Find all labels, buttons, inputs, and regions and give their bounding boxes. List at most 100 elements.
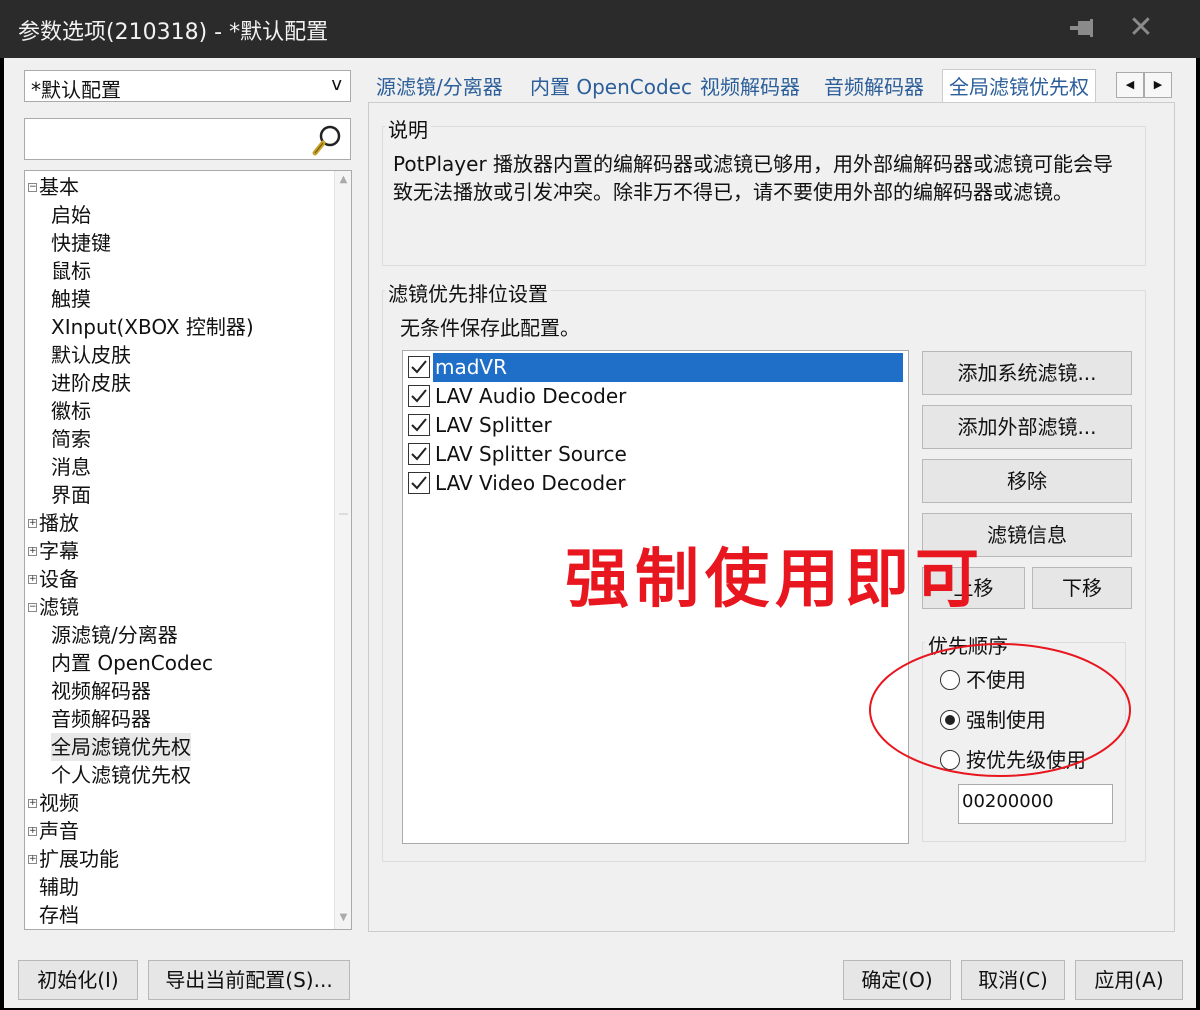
move-down-button[interactable]: 下移 <box>1032 567 1132 609</box>
tree-item[interactable]: 基本 <box>39 173 79 201</box>
filter-row-label: LAV Splitter Source <box>435 442 627 466</box>
tree-item[interactable]: 内置 OpenCodec <box>51 649 213 677</box>
expand-icon[interactable]: + <box>28 547 37 556</box>
reset-button[interactable]: 初始化(I) <box>18 960 138 1000</box>
expand-icon[interactable]: + <box>28 575 37 584</box>
tree-item[interactable]: 界面 <box>51 481 91 509</box>
cancel-button[interactable]: 取消(C) <box>961 960 1065 1000</box>
tree-item[interactable]: 鼠标 <box>51 257 91 285</box>
tree-item[interactable]: 音频解码器 <box>51 705 151 733</box>
tree-item-label: 存档 <box>39 903 79 927</box>
tree-item[interactable]: 简索 <box>51 425 91 453</box>
tree-item-label: 个人滤镜优先权 <box>51 763 191 787</box>
filter-row-label: LAV Splitter <box>435 413 552 437</box>
add-external-filter-button[interactable]: 添加外部滤镜... <box>922 405 1132 449</box>
expand-icon[interactable]: + <box>28 519 37 528</box>
tree-item[interactable]: 全局滤镜优先权 <box>51 733 191 761</box>
tree-item-label: 启始 <box>51 203 91 227</box>
tree-item-label: 扩展功能 <box>39 847 119 871</box>
tree-item[interactable]: 设备 <box>39 565 79 593</box>
filter-row-label: LAV Video Decoder <box>435 471 626 495</box>
priority-value-field[interactable]: 00200000 <box>958 784 1113 824</box>
tree-item[interactable]: 启始 <box>51 201 91 229</box>
search-icon[interactable] <box>310 122 346 158</box>
filter-checkbox[interactable] <box>408 443 430 465</box>
filter-row[interactable]: madVR <box>405 353 903 382</box>
collapse-icon[interactable]: − <box>28 183 37 192</box>
tab-builtin-opencodec[interactable]: 内置 OpenCodec <box>530 70 692 104</box>
description-text: PotPlayer 播放器内置的编解码器或滤镜已够用，用外部编解码器或滤镜可能会… <box>393 152 1114 204</box>
tree-item[interactable]: 消息 <box>51 453 91 481</box>
tree-item-label: 简索 <box>51 427 91 451</box>
pin-icon[interactable] <box>1066 14 1096 44</box>
checkmark-icon <box>411 476 427 490</box>
tree-item[interactable]: 辅助 <box>39 873 79 901</box>
apply-button[interactable]: 应用(A) <box>1075 960 1183 1000</box>
tree-item[interactable]: 滤镜 <box>39 593 79 621</box>
tree-item[interactable]: 触摸 <box>51 285 91 313</box>
expand-icon[interactable]: + <box>28 799 37 808</box>
tree-item-label: 进阶皮肤 <box>51 371 131 395</box>
filter-row[interactable]: LAV Splitter <box>405 411 899 440</box>
tree-item[interactable]: 默认皮肤 <box>51 341 131 369</box>
export-config-button[interactable]: 导出当前配置(S)... <box>148 960 350 1000</box>
filter-row-label: LAV Audio Decoder <box>435 384 627 408</box>
description-heading: 说明 <box>385 114 431 143</box>
tree-item-label: 滤镜 <box>39 595 79 619</box>
tree-item-label: 默认皮肤 <box>51 343 131 367</box>
filter-row[interactable]: LAV Splitter Source <box>405 440 899 469</box>
tab-scroll-right-icon[interactable]: ▶ <box>1144 72 1172 98</box>
priority-note: 无条件保存此配置。 <box>400 316 580 340</box>
tree-item[interactable]: 视频解码器 <box>51 677 151 705</box>
tree-item[interactable]: 播放 <box>39 509 79 537</box>
expand-icon[interactable]: + <box>28 827 37 836</box>
tab-scroll-arrows: ◀ ▶ <box>1116 72 1174 98</box>
filter-checkbox[interactable] <box>408 472 430 494</box>
tree-item-label: 内置 OpenCodec <box>51 651 213 675</box>
tree-item[interactable]: 源滤镜/分离器 <box>51 621 178 649</box>
tab-source-filter[interactable]: 源滤镜/分离器 <box>376 70 503 104</box>
tree-item[interactable]: 存档 <box>39 901 79 929</box>
tree-item-label: 视频解码器 <box>51 679 151 703</box>
checkmark-icon <box>411 447 427 461</box>
expand-icon[interactable]: + <box>28 855 37 864</box>
tree-item[interactable]: 字幕 <box>39 537 79 565</box>
collapse-icon[interactable]: − <box>28 603 37 612</box>
tree-item[interactable]: 徽标 <box>51 397 91 425</box>
tab-global-filter-priority[interactable]: 全局滤镜优先权 <box>942 69 1096 103</box>
tree-item-label: 源滤镜/分离器 <box>51 623 178 647</box>
checkmark-icon <box>411 418 427 432</box>
window-title: 参数选项(210318) - *默认配置 <box>18 20 329 45</box>
search-input[interactable] <box>24 118 351 160</box>
settings-tree[interactable]: 基本 − 启始 快捷键 鼠标 触摸 XInput(XBOX 控制器) 默认皮肤 进阶皮肤 徽标 简索… <box>24 170 352 930</box>
tree-item[interactable]: 个人滤镜优先权 <box>51 761 191 789</box>
scroll-up-arrow-icon[interactable]: ▲ <box>337 174 350 188</box>
tree-item-label: 辅助 <box>39 875 79 899</box>
tree-item[interactable]: 声音 <box>39 817 79 845</box>
tree-item[interactable]: 进阶皮肤 <box>51 369 131 397</box>
tree-item[interactable]: 快捷键 <box>51 229 111 257</box>
filter-row[interactable]: LAV Audio Decoder <box>405 382 899 411</box>
filter-row[interactable]: LAV Video Decoder <box>405 469 899 498</box>
profile-select[interactable]: *默认配置 v <box>24 70 351 102</box>
close-icon[interactable]: ✕ <box>1125 10 1157 46</box>
tree-item-label: 视频 <box>39 791 79 815</box>
scroll-down-arrow-icon[interactable]: ▼ <box>337 912 350 926</box>
tree-item[interactable]: 视频 <box>39 789 79 817</box>
add-system-filter-button[interactable]: 添加系统滤镜... <box>922 351 1132 395</box>
remove-button[interactable]: 移除 <box>922 459 1132 503</box>
tab-strip: 源滤镜/分离器 内置 OpenCodec 视频解码器 音频解码器 全局滤镜优先权 <box>368 69 1175 104</box>
tree-item[interactable]: XInput(XBOX 控制器) <box>51 313 254 341</box>
filter-checkbox[interactable] <box>408 385 430 407</box>
filter-checkbox[interactable] <box>408 414 430 436</box>
filter-checkbox[interactable] <box>408 356 430 378</box>
tab-video-decoder[interactable]: 视频解码器 <box>700 70 800 104</box>
tab-audio-decoder[interactable]: 音频解码器 <box>824 70 924 104</box>
filter-row-label: madVR <box>433 353 903 382</box>
tree-item-label: XInput(XBOX 控制器) <box>51 315 254 339</box>
tree-item[interactable]: 扩展功能 <box>39 845 119 873</box>
tree-scrollbar[interactable]: ▲ ▼ <box>334 171 351 929</box>
tab-scroll-left-icon[interactable]: ◀ <box>1116 72 1144 98</box>
tree-item-label: 播放 <box>39 511 79 535</box>
ok-button[interactable]: 确定(O) <box>843 960 951 1000</box>
